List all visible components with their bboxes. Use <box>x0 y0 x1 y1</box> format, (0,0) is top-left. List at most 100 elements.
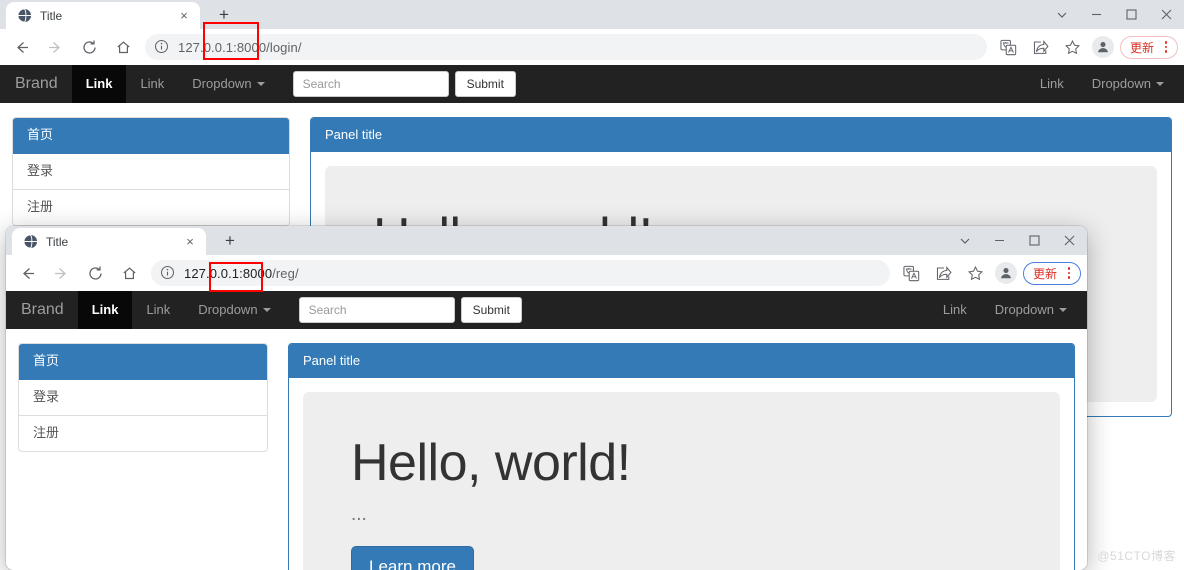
navbar-item-dropdown[interactable]: Dropdown <box>178 65 278 103</box>
person-icon[interactable] <box>994 262 1017 284</box>
site-navbar: Brand Link Link Dropdown Submit Link Dro… <box>6 291 1087 329</box>
window-controls <box>1044 0 1184 29</box>
sidebar-item-home[interactable]: 首页 <box>13 118 289 154</box>
url-host: 127.0.0.1:8000 <box>178 39 267 55</box>
star-icon[interactable] <box>1060 34 1086 60</box>
tab-title: Title <box>46 234 69 249</box>
close-icon[interactable]: × <box>176 8 192 24</box>
update-label: 更新 <box>1129 40 1154 55</box>
maximize-icon[interactable] <box>1017 226 1052 255</box>
browser-toolbar: 127.0.0.1:8000/reg/ 更新 <box>6 255 1087 291</box>
chevron-down-icon <box>256 82 265 86</box>
watermark: @51CTO博客 <box>1097 549 1176 563</box>
navbar-item-label: Dropdown <box>192 76 252 91</box>
close-icon[interactable] <box>1149 0 1184 29</box>
navbar-search-form: Submit <box>292 71 516 97</box>
navbar-item-label: Link <box>85 76 113 91</box>
update-button[interactable]: 更新 <box>1119 35 1178 59</box>
navbar-item-link-active[interactable]: Link <box>77 291 133 329</box>
toolbar-actions: 更新 <box>896 260 1081 286</box>
reload-icon[interactable] <box>81 259 109 287</box>
update-button[interactable]: 更新 <box>1022 261 1081 285</box>
share-icon[interactable] <box>931 260 957 286</box>
chevron-down-icon <box>1059 308 1067 312</box>
navbar-item-label: Link <box>146 302 171 317</box>
reload-icon[interactable] <box>75 33 103 61</box>
info-circle-icon[interactable] <box>154 39 170 55</box>
tab-strip: Title × + <box>6 226 1087 255</box>
forward-arrow-icon[interactable] <box>47 259 75 287</box>
screen: Title × + 127.0.0.1:8000/login/ 更新 Brand… <box>0 0 1184 570</box>
content-panel: Panel title Hello, world! ... Learn more <box>288 343 1075 570</box>
tab-strip: Title × + <box>0 0 1184 29</box>
navbar-item-dropdown[interactable]: Dropdown <box>184 291 284 329</box>
forward-arrow-icon[interactable] <box>41 33 69 61</box>
toolbar-actions: 更新 <box>993 34 1178 60</box>
translate-icon[interactable] <box>996 34 1022 60</box>
url-text: 127.0.0.1:8000/login/ <box>178 40 302 55</box>
navbar-right-item-link[interactable]: Link <box>1026 65 1078 103</box>
home-icon[interactable] <box>109 33 137 61</box>
learn-more-button[interactable]: Learn more <box>351 545 474 570</box>
info-circle-icon[interactable] <box>160 265 176 281</box>
navbar-item-label: Dropdown <box>198 302 258 317</box>
submit-button[interactable]: Submit <box>460 297 522 323</box>
jumbotron: Hello, world! ... Learn more <box>303 392 1060 570</box>
browser-tab[interactable]: Title × <box>6 2 200 29</box>
browser-window-reg[interactable]: Title × + 127.0.0.1:8000/reg/ 更新 Brand L… <box>6 226 1087 570</box>
address-bar[interactable]: 127.0.0.1:8000/reg/ <box>151 260 890 286</box>
browser-tab[interactable]: Title × <box>12 228 206 255</box>
site-navbar: Brand Link Link Dropdown Submit Link Dro… <box>0 65 1184 103</box>
navbar-search-form: Submit <box>298 297 522 323</box>
chevron-down-icon <box>1156 82 1164 86</box>
kebab-menu-icon[interactable] <box>1159 41 1173 53</box>
navbar-brand[interactable]: Brand <box>18 291 78 329</box>
star-icon[interactable] <box>963 260 989 286</box>
search-input[interactable] <box>292 71 449 97</box>
chevron-down-icon[interactable] <box>1044 0 1079 29</box>
close-icon[interactable]: × <box>182 234 198 250</box>
navbar-right: Link Dropdown <box>929 291 1081 329</box>
navbar-item-link[interactable]: Link <box>132 291 184 329</box>
new-tab-button[interactable]: + <box>210 0 238 28</box>
url-text: 127.0.0.1:8000/reg/ <box>184 266 299 281</box>
navbar-right-item-dropdown[interactable]: Dropdown <box>1078 65 1178 103</box>
home-icon[interactable] <box>115 259 143 287</box>
sidebar-item-login[interactable]: 登录 <box>13 154 289 190</box>
person-icon[interactable] <box>1091 36 1114 58</box>
chevron-down-icon <box>262 308 271 312</box>
search-input[interactable] <box>298 297 455 323</box>
close-icon[interactable] <box>1052 226 1087 255</box>
browser-toolbar: 127.0.0.1:8000/login/ 更新 <box>0 29 1184 65</box>
back-arrow-icon[interactable] <box>13 259 41 287</box>
sidebar-item-register[interactable]: 注册 <box>13 190 289 225</box>
maximize-icon[interactable] <box>1114 0 1149 29</box>
navbar-item-label: Dropdown <box>1091 76 1151 91</box>
navbar-item-label: Dropdown <box>994 302 1054 317</box>
sidebar-item-login[interactable]: 登录 <box>19 380 267 416</box>
navbar-item-label: Link <box>1039 76 1064 91</box>
address-bar[interactable]: 127.0.0.1:8000/login/ <box>145 34 987 60</box>
navbar-item-link[interactable]: Link <box>126 65 178 103</box>
jumbotron-text: ... <box>351 503 367 525</box>
sidebar-item-register[interactable]: 注册 <box>19 416 267 451</box>
minimize-icon[interactable] <box>982 226 1017 255</box>
translate-icon[interactable] <box>899 260 925 286</box>
navbar-right-item-dropdown[interactable]: Dropdown <box>981 291 1081 329</box>
navbar-right: Link Dropdown <box>1026 65 1178 103</box>
chevron-down-icon[interactable] <box>947 226 982 255</box>
kebab-menu-icon[interactable] <box>1062 267 1076 279</box>
navbar-item-label: Link <box>91 302 119 317</box>
navbar-item-link-active[interactable]: Link <box>71 65 127 103</box>
tab-title: Title <box>40 8 63 23</box>
panel-body: Hello, world! ... Learn more <box>289 378 1074 570</box>
navbar-right-item-link[interactable]: Link <box>929 291 981 329</box>
back-arrow-icon[interactable] <box>7 33 35 61</box>
submit-button[interactable]: Submit <box>454 71 516 97</box>
share-icon[interactable] <box>1028 34 1054 60</box>
sidebar-item-home[interactable]: 首页 <box>19 344 267 380</box>
navbar-brand[interactable]: Brand <box>12 65 72 103</box>
web-page-reg: Brand Link Link Dropdown Submit Link Dro… <box>6 291 1087 570</box>
new-tab-button[interactable]: + <box>216 226 244 254</box>
minimize-icon[interactable] <box>1079 0 1114 29</box>
